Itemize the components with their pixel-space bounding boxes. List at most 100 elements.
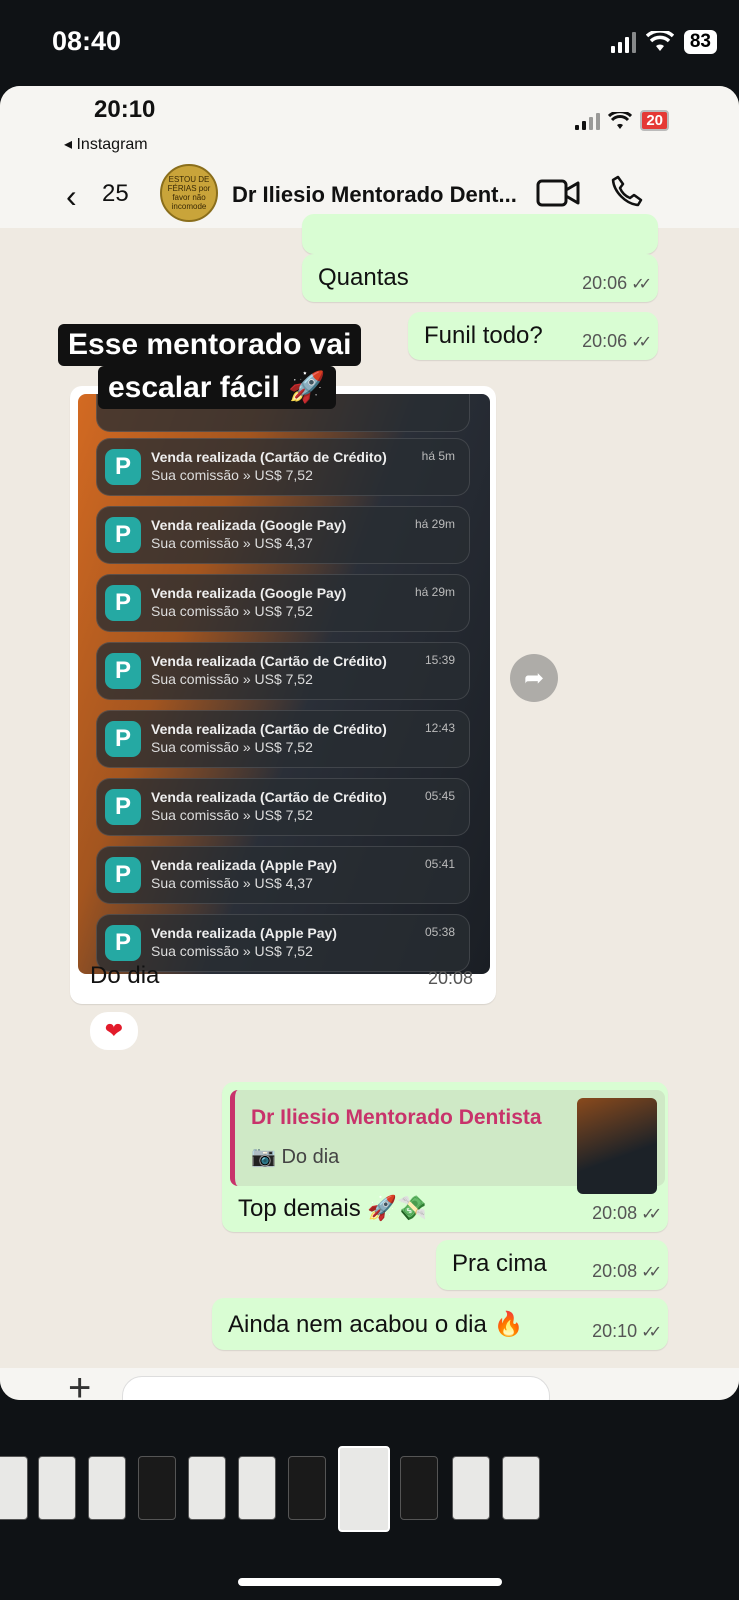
message-time: 20:10 [592,1321,638,1341]
sale-notification: P Venda realizada (Cartão de Crédito) Sua … [96,710,470,768]
read-ticks-icon: ✓✓ [631,333,652,351]
heart-reaction[interactable]: ❤ [88,1010,140,1052]
unread-count[interactable]: 25 [102,180,129,208]
message-text: Quantas [318,264,409,291]
notification-time: 05:41 [424,857,455,871]
notification-time: 15:39 [424,653,455,667]
outer-status-time: 08:40 [52,26,122,56]
message-bubble[interactable]: Pra cima 20:08 ✓✓ [436,1240,668,1290]
notification-subtitle: Sua comissão » US$ 7,52 [151,943,313,959]
contact-avatar[interactable]: ESTOU DE FÉRIAS por favor não incomode [160,164,218,222]
sale-notification: P Venda realizada (Cartão de Crédito) Sua … [96,642,470,700]
message-meta: 20:06 ✓✓ [582,331,652,352]
notification-subtitle: Sua comissão » US$ 4,37 [151,535,313,551]
image-caption-text: Do dia [90,962,160,989]
message-text: Funil todo? [424,322,543,349]
notifications-screenshot-image[interactable]: P Venda realizada (Cartão de Crédito) Sua … [78,394,490,974]
notification-title: Venda realizada (Google Pay) [151,517,347,533]
story-thumbnail[interactable] [238,1456,276,1520]
notification-subtitle: Sua comissão » US$ 7,52 [151,807,313,823]
story-thumbnail[interactable] [502,1456,540,1520]
notification-time: 12:43 [424,721,455,735]
notification-title: Venda realizada (Apple Pay) [151,925,337,941]
inner-status-icons: 20 [575,110,669,131]
story-thumbnail[interactable] [38,1456,76,1520]
notification-time: 05:38 [424,925,455,939]
message-time: 20:06 [582,273,628,293]
quoted-author: Dr Iliesio Mentorado Dentista [251,1106,542,1129]
forward-icon[interactable]: ➦ [510,654,558,702]
message-text: Top demais 🚀💸 [238,1195,428,1222]
notification-time: há 29m [414,517,455,531]
payment-app-icon: P [105,653,141,689]
payment-app-icon: P [105,857,141,893]
message-bubble[interactable]: Ainda nem acabou o dia 🔥 20:10 ✓✓ [212,1298,668,1350]
quoted-text: 📷 Do dia [251,1146,340,1168]
notification-time: há 5m [421,449,455,463]
wifi-icon [645,31,674,51]
notification-title: Venda realizada (Cartão de Crédito) [151,721,387,737]
message-meta: 20:08 ✓✓ [592,1261,662,1282]
home-indicator[interactable] [238,1578,502,1586]
message-time: 20:08 [428,968,474,988]
inner-wifi-icon [608,111,633,129]
signal-icon [610,31,636,53]
phone-call-icon[interactable] [610,174,644,208]
story-thumbnail-selected[interactable] [338,1446,390,1532]
story-thumbnail[interactable] [400,1456,438,1520]
reply-message-bubble[interactable]: Dr Iliesio Mentorado Dentista 📷 Do dia T… [222,1082,668,1232]
notification-title: Venda realizada (Cartão de Crédito) [151,789,387,805]
quoted-image-thumbnail [577,1098,657,1194]
sale-notification: P Venda realizada (Cartão de Crédito) Sua … [96,778,470,836]
battery-indicator: 83 [683,30,717,54]
back-chevron-icon[interactable]: ‹ [66,178,77,215]
overlay-caption-line1: Esse mentorado vai [58,324,362,366]
message-time: 20:06 [582,331,628,351]
read-ticks-icon: ✓✓ [641,1263,662,1281]
read-ticks-icon: ✓✓ [631,275,652,293]
message-time: 20:08 [592,1203,638,1223]
payment-app-icon: P [105,585,141,621]
notification-time: há 29m [414,585,455,599]
story-thumbnail[interactable] [138,1456,176,1520]
payment-app-icon: P [105,449,141,485]
story-thumbnail[interactable] [288,1456,326,1520]
overlay-caption-line2: escalar fácil 🚀 [98,366,336,409]
notification-subtitle: Sua comissão » US$ 7,52 [151,739,313,755]
clipped-message[interactable] [302,214,658,254]
notification-time: 05:45 [424,789,455,803]
notification-subtitle: Sua comissão » US$ 7,52 [151,603,313,619]
story-thumbnail[interactable] [0,1456,28,1520]
back-to-instagram-link[interactable]: ◂ Instagram [64,134,148,154]
read-ticks-icon: ✓✓ [641,1323,662,1341]
notification-title: Venda realizada (Cartão de Crédito) [151,653,387,669]
message-meta: 20:08 ✓✓ [592,1203,662,1224]
message-time: 20:08 [592,1261,638,1281]
notification-title: Venda realizada (Google Pay) [151,585,347,601]
story-thumbnail[interactable] [452,1456,490,1520]
quoted-message[interactable]: Dr Iliesio Mentorado Dentista 📷 Do dia [230,1090,665,1194]
sale-notification: P Venda realizada (Google Pay) Sua comissã… [96,506,470,564]
video-call-icon[interactable] [536,178,580,208]
inner-battery-indicator: 20 [640,110,669,131]
story-thumbnail[interactable] [188,1456,226,1520]
message-text: Pra cima [452,1250,547,1277]
plus-icon[interactable]: + [68,1366,91,1400]
message-meta: 20:10 ✓✓ [592,1321,662,1342]
inner-signal-icon [575,112,601,130]
message-input[interactable] [122,1376,550,1400]
notification-subtitle: Sua comissão » US$ 7,52 [151,671,313,687]
read-ticks-icon: ✓✓ [641,1205,662,1223]
sale-notification: P Venda realizada (Google Pay) Sua comissã… [96,574,470,632]
story-thumbnail[interactable] [88,1456,126,1520]
message-bubble[interactable]: Funil todo? 20:06 ✓✓ [408,312,658,360]
message-bubble[interactable]: Quantas 20:06 ✓✓ [302,254,658,302]
chat-title[interactable]: Dr Iliesio Mentorado Dent... [232,182,532,208]
chat-header: 20:10 ◂ Instagram 20 ‹ 25 ESTOU DE FÉRIA… [0,86,739,228]
notification-subtitle: Sua comissão » US$ 7,52 [151,467,313,483]
screenshot-card: 20:10 ◂ Instagram 20 ‹ 25 ESTOU DE FÉRIA… [0,86,739,1400]
outer-status-icons: 83 [610,30,717,54]
inner-status-time: 20:10 [94,96,156,123]
notification-title: Venda realizada (Apple Pay) [151,857,337,873]
payment-app-icon: P [105,517,141,553]
